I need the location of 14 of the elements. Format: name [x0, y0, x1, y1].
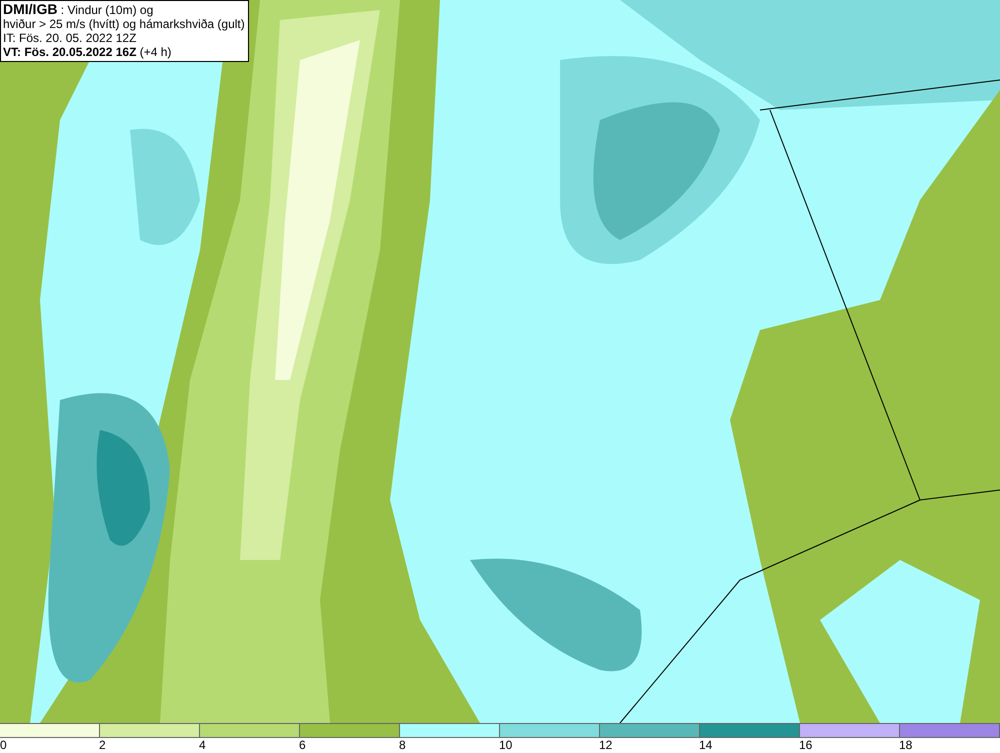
- info-text: hviður > 25 m/s (hvítt) og hámarkshviða (gult): [3, 17, 245, 31]
- legend-label: 2: [99, 738, 106, 753]
- legend-label: 14: [699, 738, 712, 753]
- legend-label: 0: [0, 738, 7, 753]
- legend-label: 12: [599, 738, 612, 753]
- legend-label: 18: [899, 738, 912, 753]
- legend-label: 10: [499, 738, 512, 753]
- legend-label: 6: [299, 738, 306, 753]
- info-text: DMI/IGB : Vindur (10m) og: [3, 2, 154, 17]
- legend-label: 16: [799, 738, 812, 753]
- legend-label: 8: [399, 738, 406, 753]
- info-text: VT: Fös. 20.05.2022 16Z (+4 h): [3, 45, 172, 59]
- info-text: IT: Fös. 20. 05. 2022 12Z: [3, 31, 138, 45]
- legend-label: 4: [199, 738, 206, 753]
